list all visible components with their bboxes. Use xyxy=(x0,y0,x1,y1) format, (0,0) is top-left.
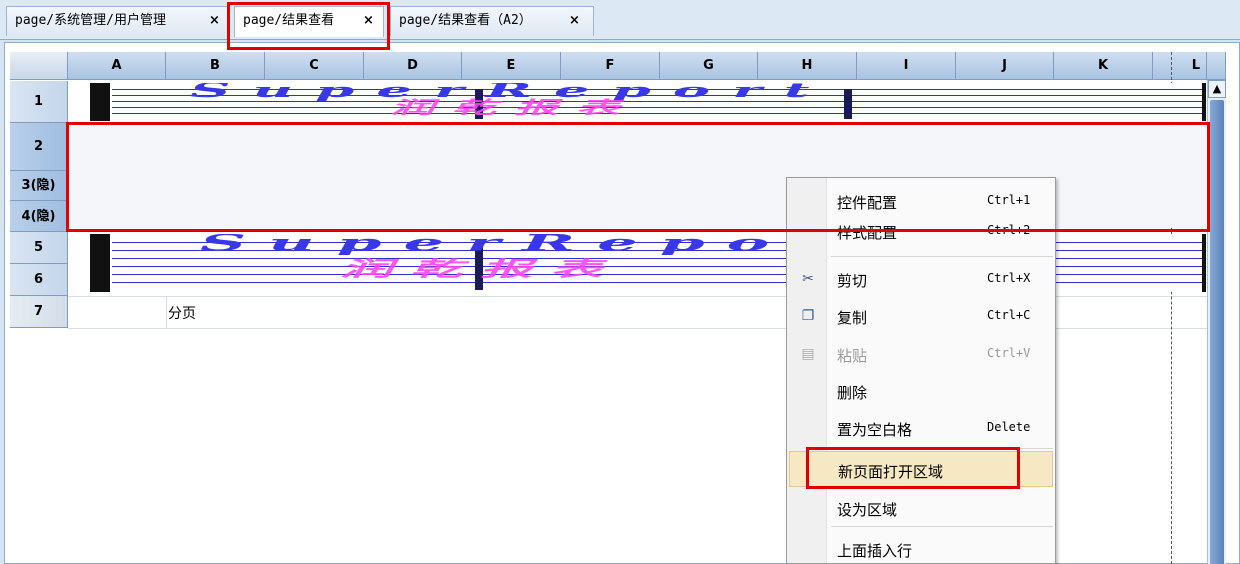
cell-b7[interactable]: 分页 xyxy=(168,303,196,323)
menu-item-set-region[interactable]: 设为区域 xyxy=(787,489,1055,527)
scissors-icon: ✂ xyxy=(802,271,814,287)
row-header-3-hidden[interactable]: 3(隐) xyxy=(10,171,68,201)
column-header-g[interactable]: G xyxy=(660,52,758,80)
scroll-up-icon[interactable]: ▲ xyxy=(1208,80,1226,98)
scroll-thumb[interactable] xyxy=(1210,100,1224,564)
column-header-a[interactable]: A xyxy=(68,52,166,80)
column-header-l[interactable]: L xyxy=(1153,52,1207,80)
column-header-k[interactable]: K xyxy=(1054,52,1153,80)
column-header-i[interactable]: I xyxy=(857,52,956,80)
row-header-5[interactable]: 5 xyxy=(10,232,68,264)
app-root: page/系统管理/用户管理 × page/结果查看 × page/结果查看（A… xyxy=(0,0,1240,564)
tab-label: page/系统管理/用户管理 xyxy=(15,13,166,28)
row-header-4-hidden[interactable]: 4(隐) xyxy=(10,201,68,232)
row-header-2[interactable]: 2 xyxy=(10,123,68,171)
tab-bar: page/系统管理/用户管理 × page/结果查看 × page/结果查看（A… xyxy=(0,0,1240,40)
paste-icon: ▤ xyxy=(801,346,815,362)
watermark-text: 润乾报表 xyxy=(390,97,638,118)
menu-item-open-region-new-page[interactable]: 新页面打开区域 xyxy=(789,451,1053,487)
menu-item-set-blank[interactable]: 置为空白格 Delete xyxy=(787,409,1055,447)
column-header-e[interactable]: E xyxy=(462,52,561,80)
close-icon[interactable]: × xyxy=(569,7,580,35)
menu-item-cut[interactable]: ✂ 剪切 Ctrl+X xyxy=(787,260,1055,298)
close-icon[interactable]: × xyxy=(363,7,374,35)
column-header-j[interactable]: J xyxy=(956,52,1054,80)
tab-result-view-a2[interactable]: page/结果查看（A2） × xyxy=(390,6,594,36)
row-header-7[interactable]: 7 xyxy=(10,296,68,328)
copy-icon: ❐ xyxy=(801,308,815,324)
column-header-f[interactable]: F xyxy=(561,52,660,80)
tab-result-view[interactable]: page/结果查看 × xyxy=(234,6,384,37)
menu-item-delete[interactable]: 删除 xyxy=(787,372,1055,410)
row-header-1[interactable]: 1 xyxy=(10,81,68,123)
menu-item-insert-row-above[interactable]: 上面插入行 xyxy=(787,530,1055,564)
select-all-corner[interactable] xyxy=(10,52,68,80)
grid-line xyxy=(166,296,167,328)
column-header-b[interactable]: B xyxy=(166,52,265,80)
tab-user-management[interactable]: page/系统管理/用户管理 × xyxy=(6,6,228,36)
menu-item-style-config[interactable]: 样式配置 Ctrl+2 xyxy=(787,220,1055,248)
menu-item-copy[interactable]: ❐ 复制 Ctrl+C xyxy=(787,297,1055,335)
column-header-d[interactable]: D xyxy=(364,52,462,80)
context-menu: 控件配置 Ctrl+1 样式配置 Ctrl+2 ✂ 剪切 Ctrl+X ❐ 复制… xyxy=(786,177,1056,564)
watermark-text: 润乾报表 xyxy=(340,256,621,282)
vertical-scrollbar[interactable]: ▲ xyxy=(1207,80,1226,564)
tab-label: page/结果查看 xyxy=(243,13,335,28)
menu-item-control-config[interactable]: 控件配置 Ctrl+1 xyxy=(787,182,1055,220)
row-header-6[interactable]: 6 xyxy=(10,264,68,296)
watermark-banner-top: SuperReport 润乾报表 xyxy=(90,83,1206,121)
column-header-c[interactable]: C xyxy=(265,52,364,80)
close-icon[interactable]: × xyxy=(209,7,220,35)
column-header-filler xyxy=(1207,52,1226,80)
tab-label: page/结果查看（A2） xyxy=(399,13,532,28)
menu-item-paste[interactable]: ▤ 粘贴 Ctrl+V xyxy=(787,335,1055,373)
column-header-h[interactable]: H xyxy=(758,52,857,80)
